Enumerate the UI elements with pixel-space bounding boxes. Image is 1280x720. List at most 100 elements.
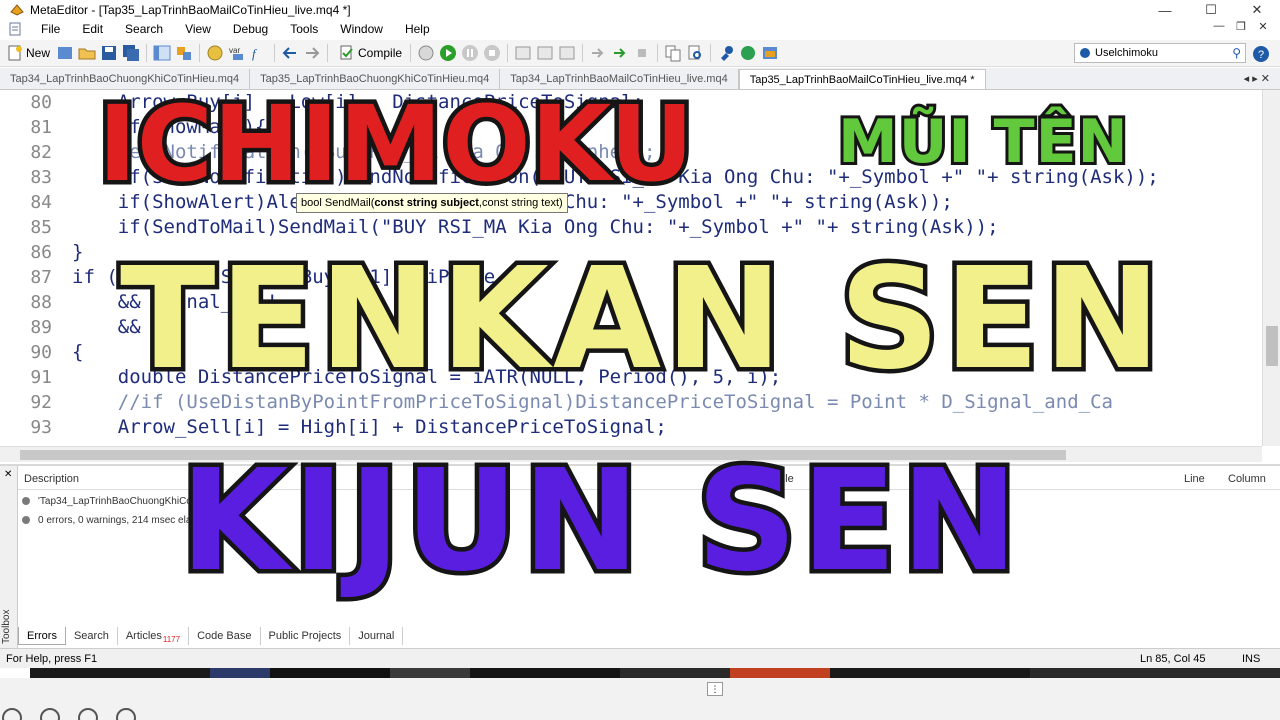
player-button-icon[interactable] (116, 708, 136, 720)
search-box[interactable]: Uselchimoku ⚲ (1074, 43, 1246, 63)
run-to-cursor-icon[interactable] (611, 44, 629, 62)
breakpoint-icon[interactable] (589, 44, 607, 62)
line-number: 82 (30, 142, 52, 163)
menu-bar: File Edit Search View Debug Tools Window… (0, 20, 1280, 38)
new-file-icon (8, 45, 22, 61)
player-button-icon[interactable] (78, 708, 98, 720)
market-icon[interactable] (739, 44, 757, 62)
status-insert-mode: INS (1242, 653, 1261, 665)
menu-search[interactable]: Search (114, 22, 174, 36)
toolbar-separator (410, 44, 412, 62)
styler-icon[interactable] (206, 44, 224, 62)
line-number: 85 (30, 217, 52, 238)
copy-icon[interactable] (664, 44, 682, 62)
pause-icon[interactable] (461, 44, 479, 62)
toolbar: New var f Compile Uselchimoku ⚲ ? (0, 40, 1280, 67)
save-icon[interactable] (100, 44, 118, 62)
vertical-scrollbar[interactable] (1262, 90, 1280, 446)
search-icon[interactable]: ⚲ (1232, 46, 1241, 60)
line-number: 92 (30, 392, 52, 413)
terminal-icon[interactable] (761, 44, 779, 62)
forward-arrow-icon[interactable] (303, 44, 321, 62)
debug-history-icon[interactable] (417, 44, 435, 62)
tab-tap35-baomail-active[interactable]: Tap35_LapTrinhBaoMailCoTinHieu_live.mq4 … (738, 69, 986, 89)
tab-public-projects[interactable]: Public Projects (261, 627, 351, 645)
tab-journal[interactable]: Journal (350, 627, 404, 645)
info-icon (22, 497, 30, 505)
line-number: 86 (30, 242, 52, 263)
back-arrow-icon[interactable] (281, 44, 299, 62)
toolbar-separator (582, 44, 584, 62)
tab-navigation-controls[interactable]: ◂ ▸ ✕ (1244, 72, 1270, 85)
player-button-icon[interactable] (40, 708, 60, 720)
svg-text:f: f (252, 46, 258, 61)
status-cursor-position: Ln 85, Col 45 (1140, 653, 1206, 665)
menu-tools[interactable]: Tools (279, 22, 329, 36)
tab-errors[interactable]: Errors (18, 627, 66, 645)
tab-search[interactable]: Search (66, 627, 118, 645)
function-icon[interactable]: f (250, 44, 268, 62)
minimize-button[interactable]: — (1142, 0, 1188, 20)
line-number: 80 (30, 92, 52, 113)
line-number: 81 (30, 117, 52, 138)
metaeditor-logo-icon (10, 4, 24, 16)
mdi-close-button[interactable]: ✕ (1252, 20, 1274, 33)
status-bar: For Help, press F1 Ln 85, Col 45 INS (0, 648, 1280, 668)
toolbar-separator (199, 44, 201, 62)
mdi-minimize-button[interactable]: — (1208, 20, 1230, 33)
compile-button-label: Compile (358, 46, 403, 60)
wizard-icon[interactable] (56, 44, 74, 62)
menu-view[interactable]: View (174, 22, 222, 36)
new-button[interactable]: New (0, 42, 54, 64)
column-column[interactable]: Column (1228, 473, 1266, 485)
stop-icon[interactable] (483, 44, 501, 62)
menu-debug[interactable]: Debug (222, 22, 279, 36)
tab-articles[interactable]: Articles 1177 (118, 627, 190, 645)
close-button[interactable]: ✕ (1234, 0, 1280, 20)
toolbar-separator (657, 44, 659, 62)
toolbox-close-icon[interactable]: ✕ (4, 469, 12, 480)
help-icon[interactable]: ? (1252, 45, 1270, 63)
line-number: 88 (30, 292, 52, 313)
pin-icon[interactable] (717, 44, 735, 62)
window-title: MetaEditor - [Tap35_LapTrinhBaoMailCoTin… (30, 3, 351, 17)
menu-file[interactable]: File (30, 22, 71, 36)
tab-code-base[interactable]: Code Base (189, 627, 261, 645)
step-over-icon[interactable] (536, 44, 554, 62)
scrollbar-thumb[interactable] (1266, 326, 1278, 366)
menu-help[interactable]: Help (394, 22, 441, 36)
toolbox-sidebar: ✕ Toolbox (0, 466, 18, 648)
overlay-title-ichimoku: ICHIMOKU (94, 83, 699, 205)
tab-articles-label: Articles (125, 630, 162, 642)
start-debug-icon[interactable] (439, 44, 457, 62)
toolbar-separator (710, 44, 712, 62)
status-help-text: For Help, press F1 (6, 653, 98, 665)
toolbox-label: Toolbox (1, 609, 12, 644)
navigator-icon[interactable] (153, 44, 171, 62)
toolbox-toggle-icon[interactable] (175, 44, 193, 62)
menu-edit[interactable]: Edit (71, 22, 114, 36)
step-into-icon[interactable] (514, 44, 532, 62)
column-line[interactable]: Line (1184, 473, 1205, 485)
stop-profiling-icon[interactable] (633, 44, 651, 62)
player-button-icon[interactable] (2, 708, 22, 720)
save-all-icon[interactable] (122, 44, 140, 62)
title-bar: MetaEditor - [Tap35_LapTrinhBaoMailCoTin… (0, 0, 1280, 20)
overlay-title-kijun-sen: KIJUN SEN (176, 440, 1023, 603)
mdi-restore-button[interactable]: ❐ (1230, 20, 1252, 33)
search-input[interactable]: Uselchimoku (1095, 47, 1158, 59)
step-out-icon[interactable] (558, 44, 576, 62)
variable-icon[interactable]: var (228, 44, 246, 62)
column-description[interactable]: Description (24, 473, 79, 485)
find-in-files-icon[interactable] (686, 44, 704, 62)
overlay-title-mui-ten: MŨI TÊN (835, 107, 1131, 177)
line-number: 89 (30, 317, 52, 338)
maximize-button[interactable]: ☐ (1188, 0, 1234, 20)
open-folder-icon[interactable] (78, 44, 96, 62)
code-text: } (72, 241, 84, 263)
compile-button[interactable]: Compile (332, 42, 406, 64)
menu-window[interactable]: Window (329, 22, 394, 36)
resize-handle-icon[interactable]: ⋮ (707, 682, 723, 696)
code-text: Arrow_Sell[i] = High[i] + DistancePriceT… (72, 416, 667, 438)
code-text: if(SendToMail)SendMail("BUY RSI_MA Kia O… (72, 216, 999, 238)
